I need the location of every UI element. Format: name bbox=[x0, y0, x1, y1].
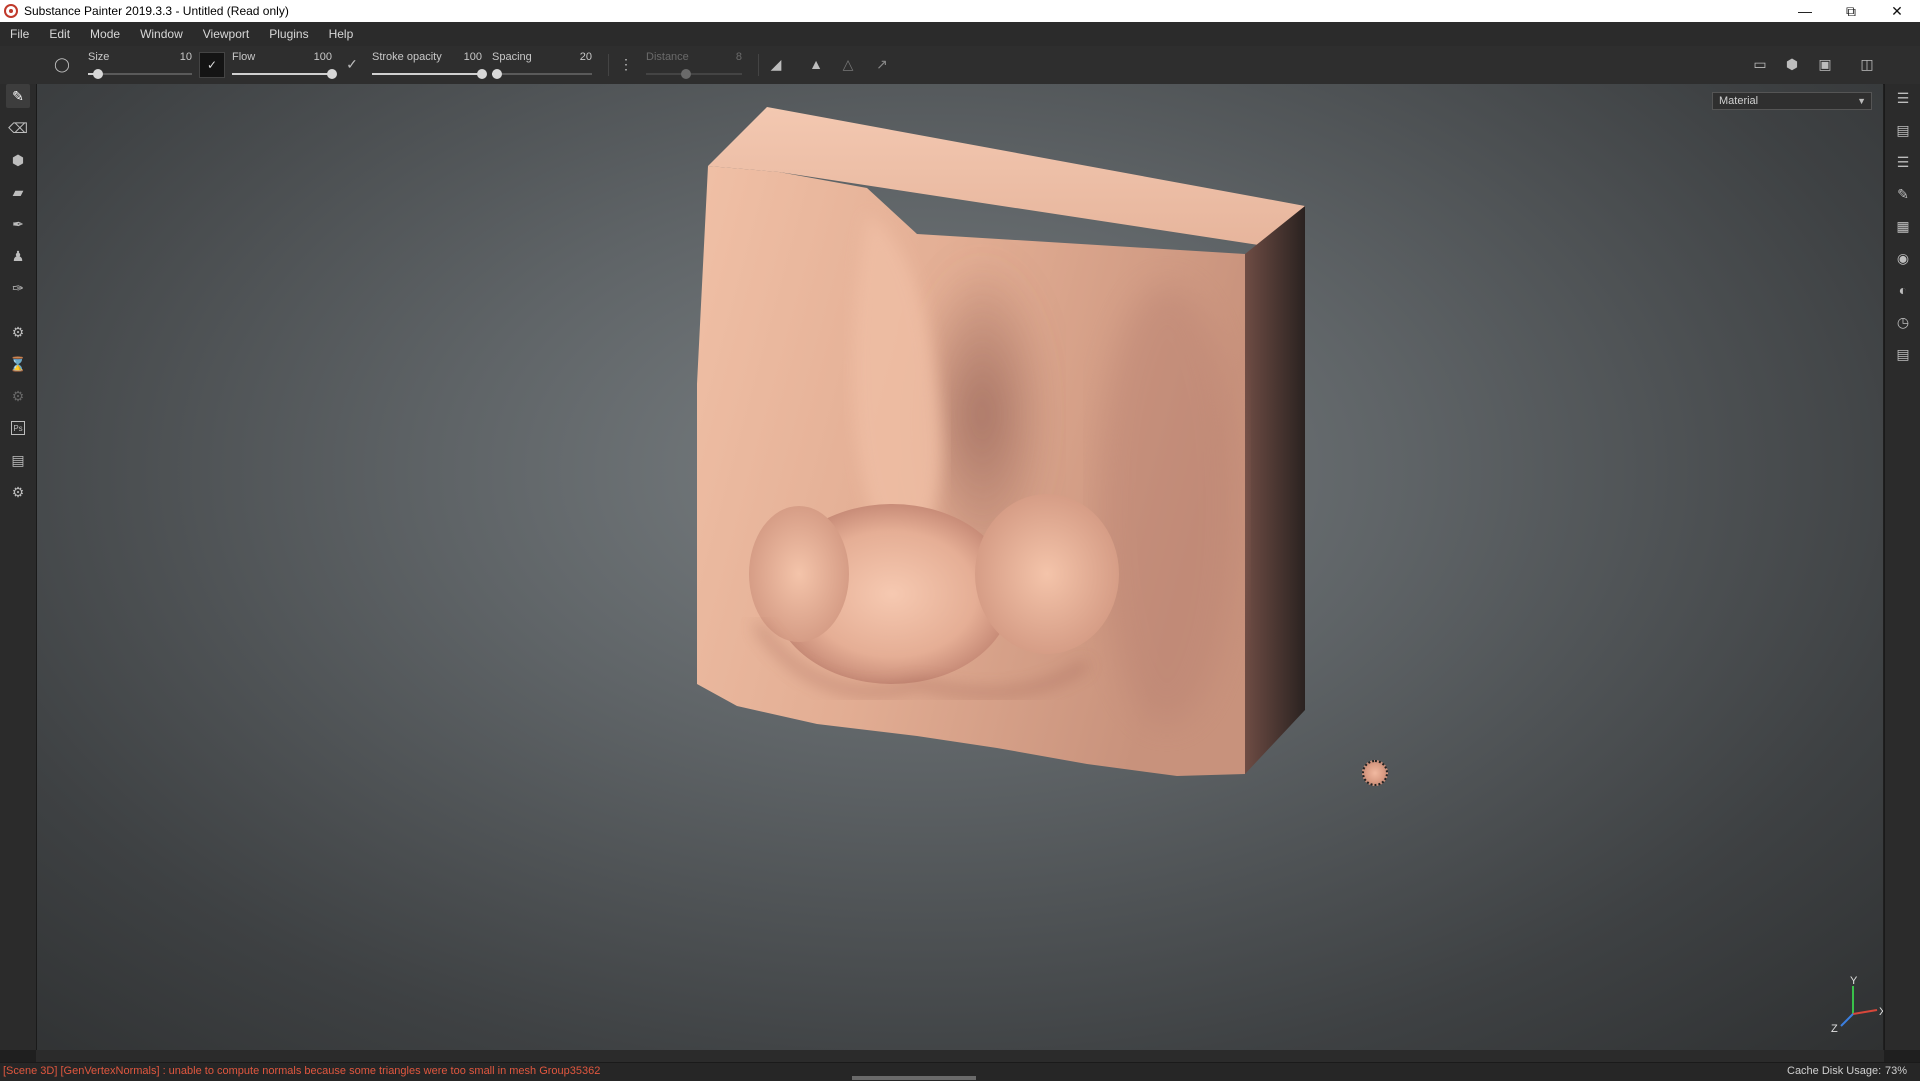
screenshot-icon[interactable]: ◫ bbox=[1857, 54, 1877, 74]
clone-stamp-icon[interactable]: ♟ bbox=[6, 244, 30, 268]
axis-gizmo: Y X Z bbox=[1831, 975, 1883, 1034]
texture-set-list-icon[interactable]: ☰ bbox=[1893, 88, 1913, 108]
tool-sidebar: ✎ ⌫ ⬢ ▰ ✒ ♟ ✑ ⚙ ⌛ ⚙ Ps ▤ ⚙ bbox=[0, 84, 37, 1050]
nose-mesh-model[interactable] bbox=[37, 84, 1883, 1050]
status-scroll-thumb[interactable] bbox=[852, 1076, 976, 1080]
title-bar: Substance Painter 2019.3.3 - Untitled (R… bbox=[0, 0, 1920, 22]
panel-sidebar: ☰ ▤ ☰ ✎ ▦ ◉ ◐ ◷ ▤ bbox=[1884, 84, 1920, 1050]
distance-slider-handle[interactable] bbox=[681, 69, 692, 79]
status-error-message[interactable]: [Scene 3D] [GenVertexNormals] : unable t… bbox=[3, 1065, 600, 1077]
menu-plugins[interactable]: Plugins bbox=[259, 27, 318, 41]
mirror-symmetry-icon[interactable]: ▲ bbox=[806, 54, 826, 74]
properties-brush-icon[interactable]: ✎ bbox=[1893, 184, 1913, 204]
eraser-icon[interactable]: ⌫ bbox=[6, 116, 30, 140]
window-controls: — ⧉ ✕ bbox=[1782, 0, 1920, 22]
geometry-decal-icon[interactable]: ⌛ bbox=[6, 352, 30, 376]
history-icon[interactable]: ◷ bbox=[1893, 312, 1913, 332]
symmetry-plane-icon[interactable]: ◢ bbox=[766, 54, 786, 74]
layers-icon[interactable]: ☰ bbox=[1893, 152, 1913, 172]
minimize-button[interactable]: — bbox=[1782, 0, 1828, 22]
flow-pressure-toggle[interactable]: ✓ bbox=[199, 52, 225, 78]
menu-edit[interactable]: Edit bbox=[39, 27, 80, 41]
log-icon[interactable]: ▤ bbox=[1893, 344, 1913, 364]
spacing-slider[interactable]: Spacing 20 bbox=[492, 49, 592, 81]
menu-file[interactable]: File bbox=[0, 27, 39, 41]
flow-slider[interactable]: Flow 100 bbox=[232, 49, 337, 81]
size-value[interactable]: 10 bbox=[180, 51, 192, 63]
symmetry-options-icon[interactable]: △ bbox=[838, 54, 858, 74]
polygon-fill-icon[interactable]: ▰ bbox=[6, 180, 30, 204]
flow-label: Flow bbox=[232, 51, 256, 63]
axis-x-label: X bbox=[1879, 1006, 1883, 1018]
cache-disk-usage-label: Cache Disk Usage: bbox=[1787, 1065, 1882, 1077]
substance-painter-logo-icon bbox=[4, 4, 18, 18]
size-slider[interactable]: Size 10 bbox=[88, 49, 192, 81]
viewport-scrollbar[interactable] bbox=[36, 1050, 1884, 1062]
stroke-opacity-slider[interactable]: Stroke opacity 100 bbox=[372, 49, 487, 81]
lazy-mouse-icon[interactable]: ⋮ bbox=[616, 54, 636, 74]
texture-set-settings-icon[interactable]: ▤ bbox=[1893, 120, 1913, 140]
spacing-slider-handle[interactable] bbox=[492, 69, 502, 79]
menu-help[interactable]: Help bbox=[319, 27, 364, 41]
distance-slider[interactable]: Distance 8 bbox=[646, 49, 742, 81]
line-tool-icon[interactable]: ↗ bbox=[872, 54, 892, 74]
bake-settings-icon[interactable]: ⚙ bbox=[6, 320, 30, 344]
projection-icon[interactable]: ⬢ bbox=[6, 148, 30, 172]
restore-button[interactable]: ⧉ bbox=[1828, 0, 1874, 22]
spacing-value[interactable]: 20 bbox=[580, 51, 592, 63]
3d-viewport[interactable]: Material ▼ Y X Z bbox=[37, 84, 1883, 1050]
flow-slider-handle[interactable] bbox=[327, 69, 337, 79]
window-title: Substance Painter 2019.3.3 - Untitled (R… bbox=[24, 4, 289, 18]
plugin-settings-icon[interactable]: ⚙ bbox=[6, 480, 30, 504]
stroke-opacity-slider-handle[interactable] bbox=[477, 69, 487, 79]
viewport-2d-view-icon[interactable]: ▭ bbox=[1750, 54, 1770, 74]
menu-bar: File Edit Mode Window Viewport Plugins H… bbox=[0, 22, 1920, 46]
axis-y-label: Y bbox=[1850, 975, 1858, 987]
brush-cursor bbox=[1362, 760, 1388, 786]
flow-value[interactable]: 100 bbox=[314, 51, 332, 63]
stroke-opacity-pen-icon[interactable]: ✓ bbox=[342, 54, 362, 74]
shelf-grid-icon[interactable]: ▦ bbox=[1893, 216, 1913, 236]
stroke-opacity-value[interactable]: 100 bbox=[464, 51, 482, 63]
cache-disk-usage-value: 73% bbox=[1885, 1065, 1908, 1077]
display-settings-icon[interactable]: ◉ bbox=[1893, 248, 1913, 268]
camera-icon[interactable]: ▣ bbox=[1815, 54, 1835, 74]
material-settings-icon[interactable]: ⚙ bbox=[6, 384, 30, 408]
stroke-opacity-label: Stroke opacity bbox=[372, 51, 442, 63]
size-slider-handle[interactable] bbox=[93, 69, 104, 79]
spacing-label: Spacing bbox=[492, 51, 532, 63]
distance-label: Distance bbox=[646, 51, 689, 63]
axis-z-label: Z bbox=[1831, 1023, 1838, 1034]
size-label: Size bbox=[88, 51, 110, 63]
viewport-3d-view-icon[interactable]: ⬢ bbox=[1782, 54, 1802, 74]
menu-window[interactable]: Window bbox=[130, 27, 193, 41]
export-textures-icon[interactable]: ▤ bbox=[6, 448, 30, 472]
close-button[interactable]: ✕ bbox=[1874, 0, 1920, 22]
shader-settings-icon[interactable]: ◐ bbox=[1893, 280, 1913, 300]
color-picker-icon[interactable]: ✑ bbox=[6, 276, 30, 300]
menu-viewport[interactable]: Viewport bbox=[193, 27, 259, 41]
brush-alpha-icon[interactable]: ◯ bbox=[52, 54, 72, 74]
photoshop-export-icon[interactable]: Ps bbox=[6, 416, 30, 440]
distance-value[interactable]: 8 bbox=[736, 51, 742, 63]
paint-brush-icon[interactable]: ✎ bbox=[6, 84, 30, 108]
smudge-icon[interactable]: ✒ bbox=[6, 212, 30, 236]
menu-mode[interactable]: Mode bbox=[80, 27, 130, 41]
tool-properties-bar: ◯ Size 10 ✓ Flow 100 ✓ Stroke opacity 10… bbox=[0, 46, 1920, 85]
